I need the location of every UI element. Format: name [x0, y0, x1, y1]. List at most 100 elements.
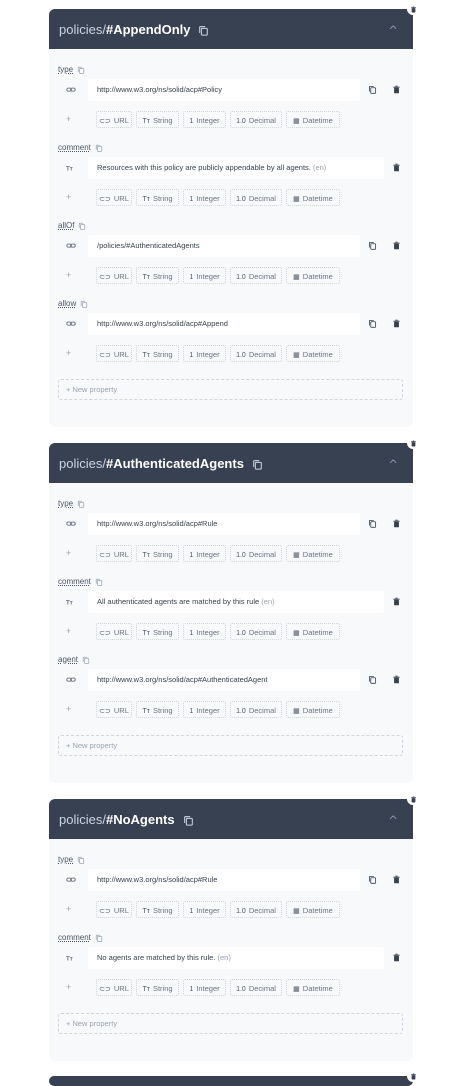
- copy-icon[interactable]: [82, 656, 90, 664]
- add-datetime-button[interactable]: ▦ Datetime: [286, 623, 340, 640]
- add-string-button[interactable]: Tт String: [136, 111, 179, 128]
- value-url-field[interactable]: /policies/#AuthenticatedAgents: [88, 235, 360, 257]
- add-url-button[interactable]: ⊂⊃ URL: [96, 189, 132, 206]
- copy-icon[interactable]: [198, 25, 209, 36]
- add-decimal-button[interactable]: 1.0 Decimal: [230, 623, 282, 640]
- copy-icon[interactable]: [95, 934, 103, 942]
- chevron-up-icon[interactable]: [389, 23, 398, 32]
- value-text-field[interactable]: Resources with this policy are publicly …: [88, 157, 384, 179]
- add-decimal-button[interactable]: 1.0 Decimal: [230, 189, 282, 206]
- copy-icon[interactable]: [368, 675, 377, 684]
- copy-icon[interactable]: [78, 222, 86, 230]
- property-label[interactable]: allow: [58, 299, 88, 308]
- property-label[interactable]: comment: [58, 577, 103, 586]
- new-property-button[interactable]: + New property: [58, 735, 403, 756]
- add-integer-button[interactable]: 1 Integer: [183, 701, 226, 718]
- add-url-button[interactable]: ⊂⊃ URL: [96, 979, 132, 996]
- copy-icon[interactable]: [95, 578, 103, 586]
- add-value-icon[interactable]: +: [66, 982, 71, 992]
- copy-icon[interactable]: [183, 815, 194, 826]
- trash-icon[interactable]: [392, 953, 401, 962]
- property-label[interactable]: type: [58, 65, 85, 74]
- add-string-button[interactable]: Tт String: [136, 189, 179, 206]
- add-decimal-button[interactable]: 1.0 Decimal: [230, 545, 282, 562]
- add-decimal-button[interactable]: 1.0 Decimal: [230, 267, 282, 284]
- add-integer-button[interactable]: 1 Integer: [183, 623, 226, 640]
- trash-icon[interactable]: [392, 675, 401, 684]
- copy-icon[interactable]: [368, 875, 377, 884]
- add-value-icon[interactable]: +: [66, 626, 71, 636]
- add-url-button[interactable]: ⊂⊃ URL: [96, 111, 132, 128]
- copy-icon[interactable]: [77, 66, 85, 74]
- copy-icon[interactable]: [368, 85, 377, 94]
- copy-icon[interactable]: [368, 319, 377, 328]
- delete-resource-button[interactable]: [407, 3, 419, 15]
- value-text-field[interactable]: No agents are matched by this rule. (en): [88, 947, 384, 969]
- new-property-button[interactable]: + New property: [58, 379, 403, 400]
- value-url-field[interactable]: http://www.w3.org/ns/solid/acp#Append: [88, 313, 360, 335]
- add-string-button[interactable]: Tт String: [136, 979, 179, 996]
- delete-resource-button[interactable]: [407, 1070, 419, 1082]
- add-string-button[interactable]: Tт String: [136, 545, 179, 562]
- add-integer-button[interactable]: 1 Integer: [183, 111, 226, 128]
- add-datetime-button[interactable]: ▦ Datetime: [286, 111, 340, 128]
- add-url-button[interactable]: ⊂⊃ URL: [96, 267, 132, 284]
- add-string-button[interactable]: Tт String: [136, 901, 179, 918]
- delete-resource-button[interactable]: [407, 437, 419, 449]
- copy-icon[interactable]: [95, 144, 103, 152]
- copy-icon[interactable]: [77, 856, 85, 864]
- add-url-button[interactable]: ⊂⊃ URL: [96, 901, 132, 918]
- add-decimal-button[interactable]: 1.0 Decimal: [230, 111, 282, 128]
- delete-resource-button[interactable]: [407, 793, 419, 805]
- add-string-button[interactable]: Tт String: [136, 623, 179, 640]
- property-label[interactable]: agent: [58, 655, 90, 664]
- add-datetime-button[interactable]: ▦ Datetime: [286, 267, 340, 284]
- trash-icon[interactable]: [392, 519, 401, 528]
- add-url-button[interactable]: ⊂⊃ URL: [96, 545, 132, 562]
- add-datetime-button[interactable]: ▦ Datetime: [286, 701, 340, 718]
- value-text-field[interactable]: All authenticated agents are matched by …: [88, 591, 384, 613]
- property-label[interactable]: comment: [58, 143, 103, 152]
- add-integer-button[interactable]: 1 Integer: [183, 901, 226, 918]
- copy-icon[interactable]: [252, 459, 263, 470]
- add-string-button[interactable]: Tт String: [136, 345, 179, 362]
- property-label[interactable]: type: [58, 855, 85, 864]
- trash-icon[interactable]: [392, 597, 401, 606]
- copy-icon[interactable]: [368, 519, 377, 528]
- add-integer-button[interactable]: 1 Integer: [183, 979, 226, 996]
- add-datetime-button[interactable]: ▦ Datetime: [286, 901, 340, 918]
- add-integer-button[interactable]: 1 Integer: [183, 345, 226, 362]
- property-label[interactable]: allOf: [58, 221, 86, 230]
- add-decimal-button[interactable]: 1.0 Decimal: [230, 979, 282, 996]
- add-datetime-button[interactable]: ▦ Datetime: [286, 545, 340, 562]
- card-header[interactable]: policies/#NoAgents: [49, 799, 413, 839]
- add-url-button[interactable]: ⊂⊃ URL: [96, 701, 132, 718]
- add-value-icon[interactable]: +: [66, 270, 71, 280]
- property-label[interactable]: comment: [58, 933, 103, 942]
- add-integer-button[interactable]: 1 Integer: [183, 267, 226, 284]
- value-url-field[interactable]: http://www.w3.org/ns/solid/acp#Rule: [88, 869, 360, 891]
- add-string-button[interactable]: Tт String: [136, 267, 179, 284]
- property-label[interactable]: type: [58, 499, 85, 508]
- card-header[interactable]: policies/#AppendOnly: [49, 9, 413, 49]
- add-url-button[interactable]: ⊂⊃ URL: [96, 623, 132, 640]
- add-decimal-button[interactable]: 1.0 Decimal: [230, 901, 282, 918]
- value-url-field[interactable]: http://www.w3.org/ns/solid/acp#Rule: [88, 513, 360, 535]
- chevron-up-icon[interactable]: [389, 457, 398, 466]
- trash-icon[interactable]: [392, 163, 401, 172]
- add-value-icon[interactable]: +: [66, 904, 71, 914]
- trash-icon[interactable]: [392, 875, 401, 884]
- add-datetime-button[interactable]: ▦ Datetime: [286, 345, 340, 362]
- card-header[interactable]: policies/#AuthenticatedAgents: [49, 443, 413, 483]
- trash-icon[interactable]: [392, 241, 401, 250]
- add-value-icon[interactable]: +: [66, 548, 71, 558]
- value-url-field[interactable]: http://www.w3.org/ns/solid/acp#Policy: [88, 79, 360, 101]
- trash-icon[interactable]: [392, 319, 401, 328]
- add-decimal-button[interactable]: 1.0 Decimal: [230, 345, 282, 362]
- add-value-icon[interactable]: +: [66, 114, 71, 124]
- copy-icon[interactable]: [80, 300, 88, 308]
- add-string-button[interactable]: Tт String: [136, 701, 179, 718]
- add-value-icon[interactable]: +: [66, 192, 71, 202]
- copy-icon[interactable]: [77, 500, 85, 508]
- add-integer-button[interactable]: 1 Integer: [183, 545, 226, 562]
